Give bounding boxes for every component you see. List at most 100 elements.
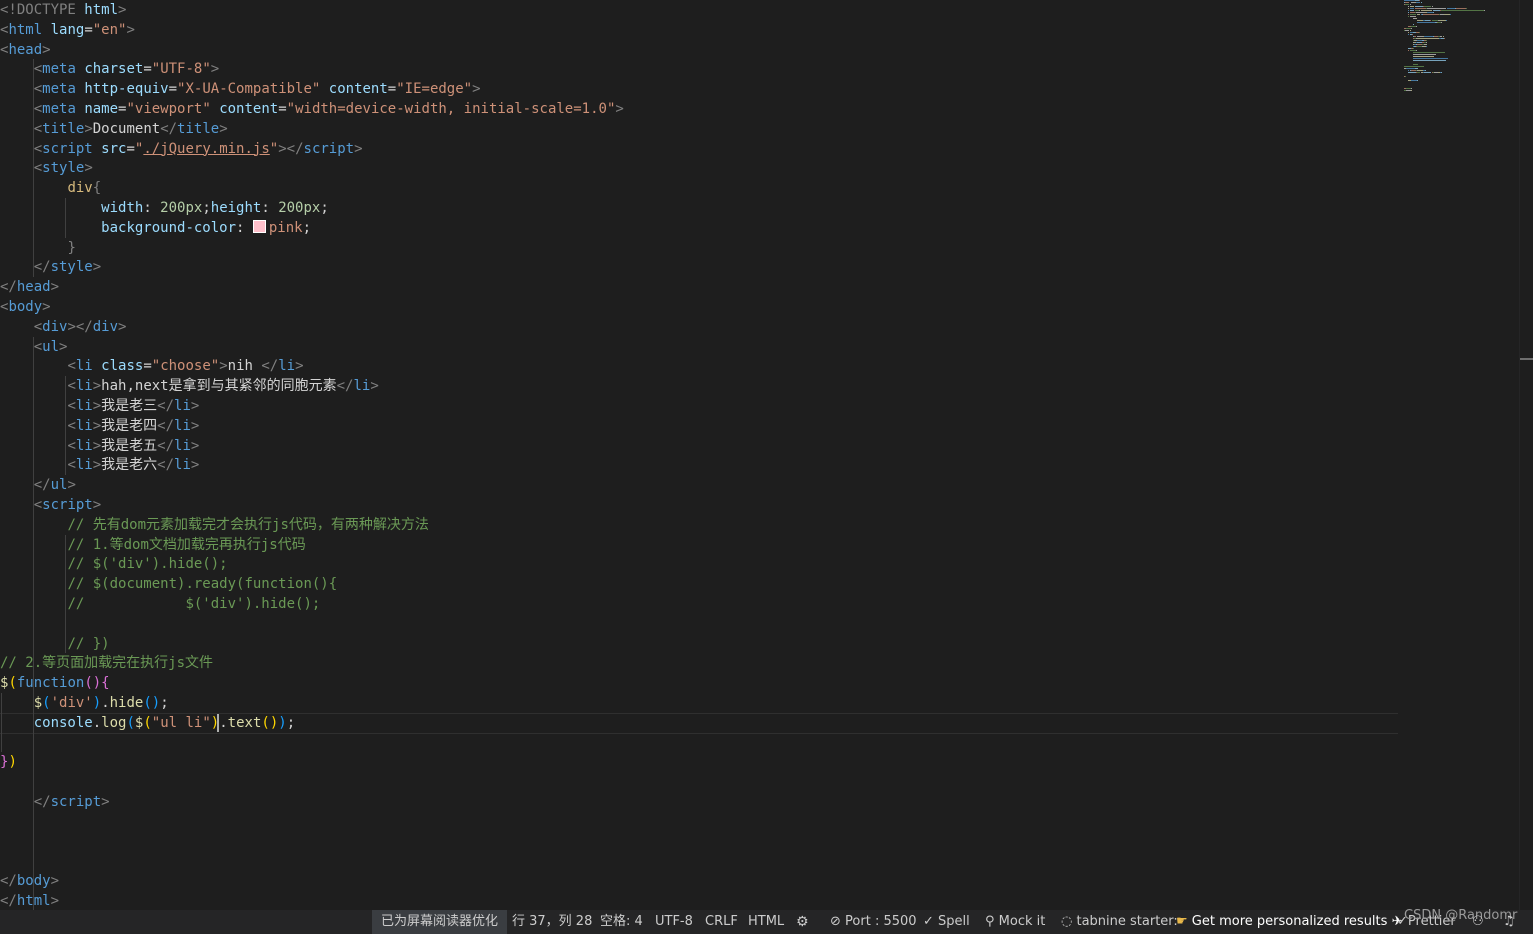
code-line[interactable]: // }): [0, 634, 109, 654]
code-line[interactable]: $(function(){: [0, 673, 110, 693]
code-line[interactable]: <li>hah,next是拿到与其紧邻的同胞元素</li>: [0, 376, 378, 396]
vertical-scrollbar[interactable]: [1519, 0, 1533, 910]
code-token: (): [261, 714, 279, 731]
indentation-setting[interactable]: 空格: 4: [600, 910, 643, 934]
code-line[interactable]: // 2.等页面加载完在执行js文件: [0, 653, 213, 673]
person-icon[interactable]: ⚇: [1472, 910, 1484, 934]
code-token: >: [295, 358, 304, 375]
code-token: 200px: [160, 200, 203, 216]
code-token: head: [16, 279, 51, 296]
minimap-line: [1412, 54, 1436, 55]
code-line[interactable]: }): [0, 752, 17, 772]
code-token: :: [261, 200, 279, 216]
code-editor[interactable]: <!DOCTYPE html> <html lang="en"> <head> <m…: [0, 0, 1400, 910]
personalized-results[interactable]: ☛ Get more personalized results ✈: [1176, 910, 1402, 934]
code-line[interactable]: <li>我是老四</li>: [0, 416, 199, 436]
code-line[interactable]: // $('div').hide();: [0, 554, 227, 574]
eol-setting[interactable]: CRLF: [705, 910, 738, 934]
code-line[interactable]: // 1.等dom文档加载完再执行js代码: [0, 535, 305, 555]
code-line[interactable]: <meta charset="UTF-8">: [0, 59, 220, 79]
code-line[interactable]: background-color: pink;: [0, 218, 311, 238]
code-line[interactable]: </html>: [0, 891, 59, 910]
code-token: 我是老五: [101, 437, 158, 454]
minimap-line: [1446, 8, 1455, 9]
language-mode[interactable]: HTML: [748, 910, 784, 934]
code-line[interactable]: // $('div').hide();: [0, 594, 320, 614]
code-line[interactable]: </script>: [0, 792, 110, 812]
code-line[interactable]: <script>: [0, 495, 101, 515]
code-token: body: [16, 873, 51, 890]
code-token: script: [50, 794, 102, 810]
code-token: ul: [42, 338, 60, 355]
code-line[interactable]: </body>: [0, 871, 59, 891]
code-line[interactable]: <body>: [0, 297, 51, 317]
color-swatch: [252, 219, 266, 233]
code-token: >: [42, 41, 51, 58]
minimap-line: [1432, 10, 1441, 11]
check-icon: ✓: [923, 914, 934, 929]
code-token: ;: [202, 200, 211, 216]
code-token: >: [92, 417, 102, 434]
code-line[interactable]: <li>我是老五</li>: [0, 436, 199, 456]
code-line[interactable]: <li class="choose">nih </li>: [0, 356, 304, 376]
code-line[interactable]: <html lang="en">: [0, 20, 135, 40]
code-line[interactable]: <meta http-equiv="X-UA-Compatible" conte…: [0, 79, 481, 99]
code-line[interactable]: </style>: [0, 257, 101, 277]
code-token: .: [101, 695, 110, 711]
code-line[interactable]: <ul>: [0, 337, 68, 357]
bell-icon[interactable]: ♫: [1503, 910, 1515, 934]
mock-it[interactable]: ⚲ Mock it: [985, 910, 1045, 934]
code-token: >: [92, 378, 102, 395]
minimap-line: [1415, 68, 1419, 69]
code-line[interactable]: <li>我是老三</li>: [0, 396, 199, 416]
code-line[interactable]: console.log($("ul li").text());: [0, 713, 295, 733]
code-token: <: [33, 318, 43, 335]
code-line[interactable]: <style>: [0, 158, 93, 178]
minimap-line: [1409, 50, 1417, 51]
copilot-icon[interactable]: ⚙: [796, 910, 809, 934]
code-line[interactable]: <div></div>: [0, 317, 127, 337]
mock-label: Mock it: [998, 914, 1046, 929]
screen-reader-status[interactable]: 已为屏幕阅读器优化: [372, 910, 508, 934]
code-line[interactable]: <head>: [0, 40, 51, 60]
code-line[interactable]: </head>: [0, 277, 59, 297]
code-token: </: [160, 120, 178, 137]
code-line[interactable]: }: [0, 238, 75, 258]
code-line[interactable]: <script src="./jQuery.min.js"></script>: [0, 139, 363, 159]
code-line[interactable]: </ul>: [0, 475, 76, 495]
code-line[interactable]: <meta name="viewport" content="width=dev…: [0, 99, 624, 119]
minimap-line: [1426, 42, 1428, 43]
minimap-line: [1406, 68, 1415, 69]
live-server-port[interactable]: ⊘ Port : 5500: [830, 910, 917, 934]
code-line[interactable]: <title>Document</title>: [0, 119, 228, 139]
code-token: meta: [42, 81, 76, 98]
code-token: {: [92, 180, 102, 197]
code-line[interactable]: <li>我是老六</li>: [0, 455, 199, 475]
code-line[interactable]: div{: [0, 178, 101, 198]
code-line[interactable]: <!DOCTYPE html>: [0, 0, 126, 20]
code-line[interactable]: // $(document).ready(function(){: [0, 574, 337, 594]
minimap[interactable]: [1404, 0, 1514, 100]
spell-check[interactable]: ✓ Spell: [923, 910, 970, 934]
code-line[interactable]: width: 200px;height: 200px;: [0, 198, 329, 218]
port-label: Port : 5500: [845, 914, 917, 929]
cursor-position[interactable]: 行 37，列 28: [512, 910, 592, 934]
code-token: </: [157, 417, 175, 434]
code-line[interactable]: $('div').hide();: [0, 693, 169, 713]
code-token: ): [278, 714, 287, 731]
minimap-line: [1441, 72, 1443, 73]
minimap-line: [1426, 40, 1428, 41]
code-line[interactable]: // 先有dom元素加载完才会执行js代码，有两种解决方法: [0, 515, 428, 535]
encoding-setting[interactable]: UTF-8: [655, 910, 693, 934]
code-token: "viewport": [126, 101, 211, 117]
minimap-line: [1411, 34, 1413, 35]
tabnine-status[interactable]: ◌ tabnine starter:: [1061, 910, 1178, 934]
minimap-line: [1409, 10, 1414, 11]
